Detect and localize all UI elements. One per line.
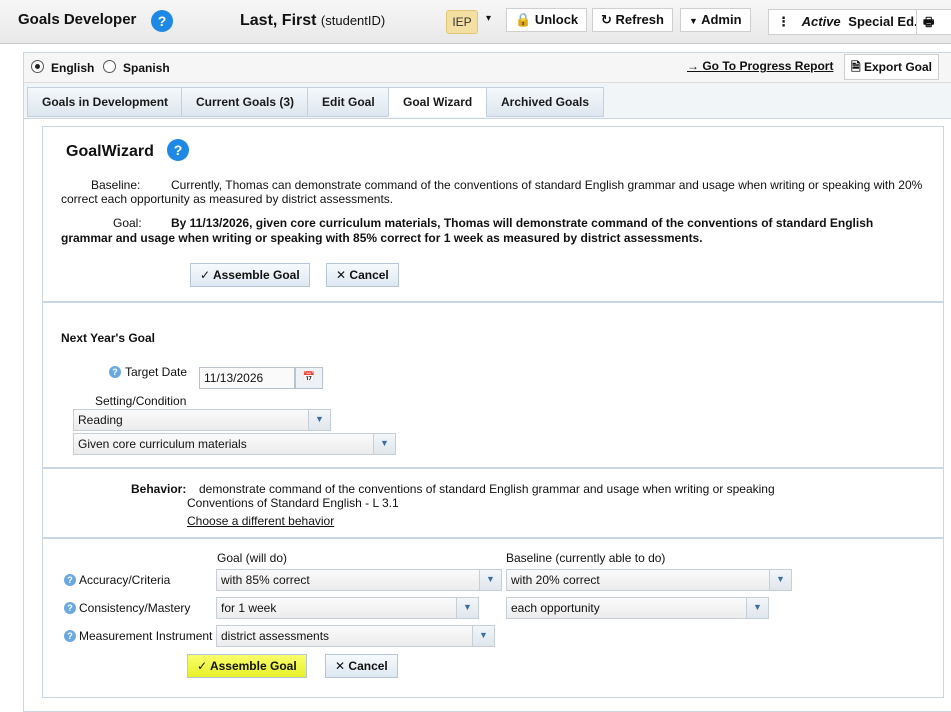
unlock-button[interactable]: 🔒 Unlock [506,8,588,32]
lock-icon: 🔒 [515,12,532,27]
behavior-standard: Conventions of Standard English - L 3.1 [187,496,399,510]
assemble-goal-button-top[interactable]: ✓ Assemble Goal [190,263,310,287]
english-label[interactable]: English [51,61,94,75]
target-date-label: Target Date [125,365,188,379]
chevron-down-icon: ▼ [308,410,330,430]
checkmark-icon: ✓ [197,659,208,673]
admin-button[interactable]: ▼ Admin [680,8,751,32]
baseline-text-line2: correct each opportunity as measured by … [61,192,394,206]
setting-select[interactable]: Reading ▼ [73,409,331,431]
consistency-goal-select[interactable]: for 1 week ▼ [216,597,479,619]
next-year-goal-section: Next Year's Goal ? Target Date 11/13/202… [42,302,944,468]
close-icon: ✕ [335,659,346,673]
export-goal-button[interactable]: 🗎 Export Goal [844,54,940,80]
progress-report-link[interactable]: → Go To Progress Report [687,59,833,73]
baseline-text-line1: Currently, Thomas can demonstrate comman… [171,178,923,192]
tab-bar: Goals in Development Current Goals (3) E… [24,83,951,119]
checkmark-icon: ✓ [200,268,211,282]
caret-down-icon: ▼ [689,16,698,26]
goal-label: Goal: [113,216,142,230]
choose-different-behavior-link[interactable]: Choose a different behavior [187,514,334,528]
calendar-icon[interactable]: 📅 [295,367,323,389]
consistency-label: Consistency/Mastery [79,601,191,615]
top-toolbar: Goals Developer ? Last, First (studentID… [0,0,951,44]
cancel-button-top[interactable]: ✕ Cancel [326,263,399,287]
english-radio[interactable] [31,60,44,73]
iep-folder-icon[interactable]: IEP [446,10,478,34]
chevron-down-icon: ▼ [373,434,395,454]
accuracy-baseline-select[interactable]: with 20% correct ▼ [506,569,792,591]
chevron-down-icon: ▼ [472,626,494,646]
student-id: (studentID) [320,13,386,28]
language-row: English Spanish → Go To Progress Report … [24,53,951,83]
baseline-column-header: Baseline (currently able to do) [506,551,666,565]
spanish-radio[interactable] [103,60,116,73]
goal-text-line1: By 11/13/2026, given core curriculum mat… [171,216,874,230]
consistency-help-icon[interactable]: ? [64,602,76,614]
student-name: Last, First (studentID) [240,12,385,30]
spanish-label[interactable]: Spanish [123,61,170,75]
behavior-section: Behavior: demonstrate command of the con… [42,468,944,538]
accuracy-help-icon[interactable]: ? [64,574,76,586]
tab-archived-goals[interactable]: Archived Goals [486,87,605,117]
setting-condition-label: Setting/Condition [95,394,187,408]
target-date-input[interactable]: 11/13/2026 [199,367,295,389]
behavior-label: Behavior: [131,482,187,496]
refresh-icon: ↻ [601,12,612,27]
help-icon[interactable]: ? [151,10,173,32]
behavior-text: demonstrate command of the conventions o… [199,482,775,496]
accuracy-goal-select[interactable]: with 85% correct ▼ [216,569,502,591]
wizard-help-icon[interactable]: ? [167,139,189,161]
tab-goal-wizard[interactable]: Goal Wizard [388,87,488,117]
criteria-section: Goal (will do) Baseline (currently able … [42,538,944,698]
tab-goals-in-development[interactable]: Goals in Development [27,87,184,117]
printer-icon: 🖶 [923,15,935,29]
print-button[interactable]: 🖶 [916,9,951,35]
tab-edit-goal[interactable]: Edit Goal [307,87,390,117]
main-panel: English Spanish → Go To Progress Report … [23,52,951,712]
arrow-right-icon: → [687,59,699,73]
kebab-menu-icon[interactable]: ⋮ [777,14,790,29]
measurement-help-icon[interactable]: ? [64,630,76,642]
next-year-heading: Next Year's Goal [61,331,156,345]
status-active: Active [801,14,841,29]
cancel-button-bottom[interactable]: ✕ Cancel [325,654,398,678]
condition-select[interactable]: Given core curriculum materials ▼ [73,433,396,455]
close-icon: ✕ [336,268,347,282]
chevron-down-icon: ▼ [769,570,791,590]
chevron-down-icon: ▼ [746,598,768,618]
consistency-baseline-select[interactable]: each opportunity ▼ [506,597,769,619]
accuracy-label: Accuracy/Criteria [79,573,171,587]
status-menu[interactable]: ⋮ Active Special Ed. [768,9,927,35]
chevron-down-icon: ▼ [479,570,501,590]
app-title: Goals Developer [18,11,137,28]
tab-current-goals[interactable]: Current Goals (3) [181,87,310,117]
chevron-down-icon: ▼ [456,598,478,618]
student-name-text: Last, First [240,12,317,29]
wizard-title: GoalWizard [66,143,154,160]
document-export-icon: 🗎 [851,60,861,74]
baseline-label: Baseline: [91,178,141,192]
target-date-help-icon[interactable]: ? [109,366,121,378]
measurement-label: Measurement Instrument [79,629,213,643]
goal-wizard-summary: GoalWizard ? Baseline: Currently, Thomas… [42,126,944,302]
iep-dropdown-caret-icon[interactable]: ▾ [486,13,491,24]
goal-text-line2: grammar and usage when writing or speaki… [61,231,703,245]
goal-column-header: Goal (will do) [217,551,288,565]
measurement-goal-select[interactable]: district assessments ▼ [216,625,495,647]
refresh-button[interactable]: ↻ Refresh [592,8,673,32]
program-label: Special Ed. [848,14,918,29]
assemble-goal-button-bottom[interactable]: ✓ Assemble Goal [187,654,307,678]
